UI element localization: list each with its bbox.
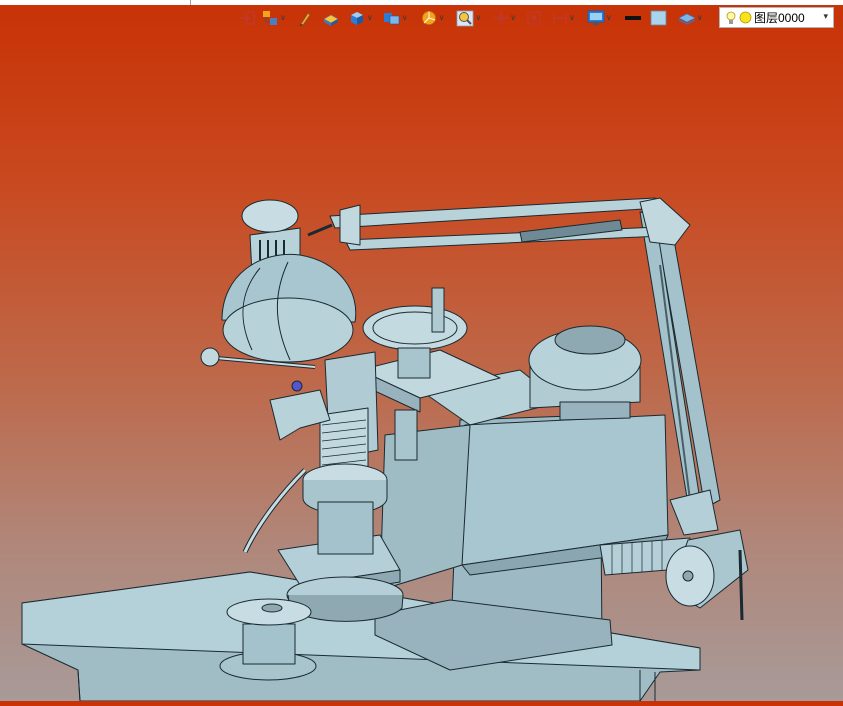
hose (242, 468, 307, 554)
monitor-view-icon (587, 10, 605, 26)
dropdown-arrow-icon[interactable]: ▾ (823, 11, 828, 22)
zoom-button[interactable]: ∨ (455, 7, 482, 29)
cube-view-icon (348, 10, 366, 27)
pencil-button[interactable] (297, 7, 313, 29)
layers-icon (678, 10, 696, 26)
chevron-down-icon: ∨ (606, 13, 612, 22)
display-mode-button[interactable]: ∨ (382, 7, 409, 29)
solid-box-button[interactable] (321, 7, 341, 29)
line-color-icon (624, 10, 642, 26)
solid-box-icon (322, 10, 340, 26)
layer-select[interactable]: 图层0000 ▾ (719, 7, 834, 28)
fit-view-icon (526, 10, 542, 26)
assembly-tree-icon (261, 10, 279, 26)
line-color-button[interactable] (623, 7, 643, 29)
fill-color-icon (650, 10, 668, 26)
chevron-down-icon: ∨ (569, 13, 576, 22)
chevron-down-icon: ∨ (510, 13, 517, 22)
pencil-icon (298, 10, 312, 26)
fit-view-button[interactable] (525, 7, 543, 29)
3d-viewport[interactable] (0, 30, 843, 702)
layers-button[interactable]: ∨ (677, 7, 704, 29)
chevron-down-icon: ∨ (475, 13, 482, 22)
assembly-tree-button[interactable]: ∨ (260, 7, 287, 29)
chevron-down-icon: ∨ (696, 13, 703, 22)
chevron-down-icon: ∨ (366, 13, 373, 22)
lightbulb-icon[interactable] (726, 11, 736, 25)
cube-view-button[interactable]: ∨ (347, 7, 374, 29)
layer-name: 图层0000 (754, 11, 805, 25)
move-part-button[interactable]: ∨ (492, 7, 517, 29)
fill-color-button[interactable] (649, 7, 669, 29)
motor (528, 325, 642, 421)
view-toolbar: ∨ ∨ ∨ ∨ ∨ ∨ ∨ ∨ ∨ (238, 6, 704, 30)
insert-component-button[interactable] (238, 7, 258, 29)
chevron-down-icon: ∨ (401, 13, 408, 22)
measure-button[interactable]: ∨ (551, 7, 576, 29)
side-guard (599, 529, 749, 621)
machine-model (21, 197, 749, 702)
chevron-down-icon: ∨ (438, 13, 445, 22)
zoom-icon (456, 10, 474, 27)
front-bracket (200, 347, 331, 441)
measure-icon (552, 10, 568, 26)
sun-icon[interactable] (739, 11, 752, 24)
chevron-down-icon: ∨ (280, 13, 286, 22)
move-part-icon (493, 10, 509, 26)
top-strip-separator (190, 0, 191, 5)
window-top-strip (0, 0, 843, 5)
section-view-icon (420, 10, 438, 26)
section-view-button[interactable]: ∨ (419, 7, 446, 29)
lamp-arm-upper (307, 197, 691, 251)
monitor-view-button[interactable]: ∨ (586, 7, 613, 29)
insert-component-icon (239, 10, 257, 26)
display-mode-icon (383, 10, 401, 26)
